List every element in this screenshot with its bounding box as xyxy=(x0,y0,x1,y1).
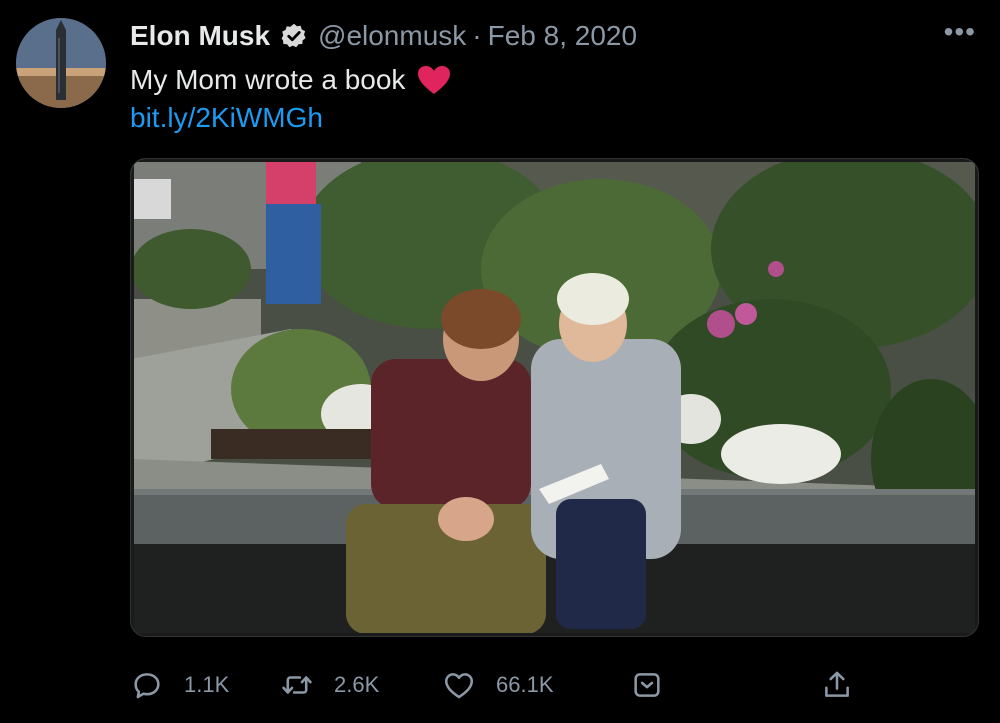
tweet-link[interactable]: bit.ly/2KiWMGh xyxy=(130,102,323,134)
retweet-count: 2.6K xyxy=(334,672,380,697)
tweet-photo[interactable] xyxy=(130,158,979,637)
author-avatar[interactable] xyxy=(16,18,106,108)
like-count: 66.1K xyxy=(496,672,554,697)
red-heart-emoji-icon xyxy=(417,65,451,95)
tweet-header: Elon Musk @elonmusk · Feb 8, 2020 xyxy=(130,18,637,54)
like-heart-icon xyxy=(444,673,474,699)
separator-dot: · xyxy=(472,20,482,51)
bookmark-icon xyxy=(634,673,660,697)
tweet-body: My Mom wrote a book xyxy=(130,64,406,95)
author-name[interactable]: Elon Musk xyxy=(130,20,270,52)
share-button[interactable] xyxy=(820,668,854,702)
tweet-action-bar: 1.1K 2.6K 66.1K xyxy=(130,668,860,710)
tweet-date[interactable]: Feb 8, 2020 xyxy=(488,20,637,52)
like-button[interactable]: 66.1K xyxy=(442,668,554,702)
retweet-button[interactable]: 2.6K xyxy=(280,668,379,702)
more-options-icon[interactable]: ••• xyxy=(944,18,976,46)
reply-icon xyxy=(134,673,160,699)
share-icon xyxy=(825,671,849,697)
retweet-icon xyxy=(282,676,312,694)
tweet-text: My Mom wrote a book xyxy=(130,64,451,96)
author-handle[interactable]: @elonmusk xyxy=(318,20,466,52)
verified-badge-icon xyxy=(280,22,308,50)
reply-count: 1.1K xyxy=(184,672,230,697)
bookmark-button[interactable] xyxy=(630,668,664,702)
reply-button[interactable]: 1.1K xyxy=(130,668,229,702)
